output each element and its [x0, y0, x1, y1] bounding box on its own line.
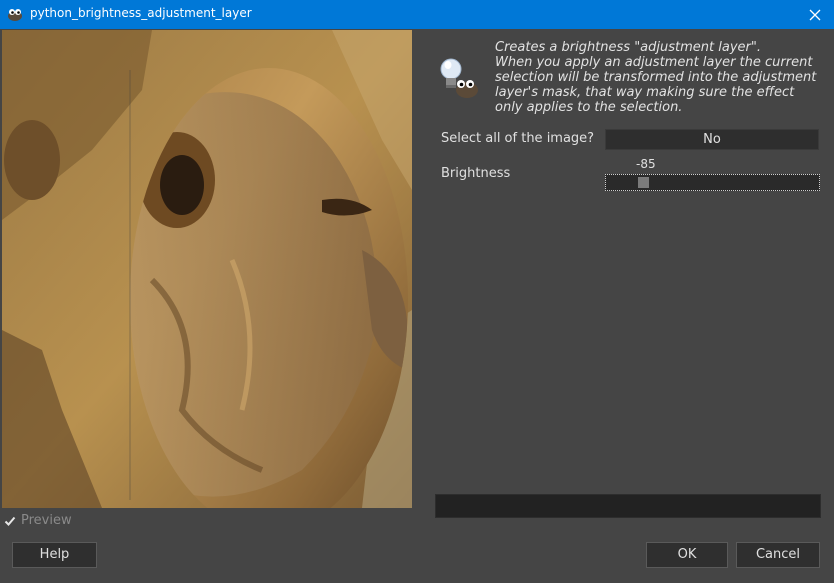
- cancel-button[interactable]: Cancel: [736, 542, 820, 568]
- help-button[interactable]: Help: [12, 542, 97, 568]
- description-line: When you apply an adjustment layer the c…: [495, 55, 813, 70]
- description-line: selection will be transformed into the a…: [495, 70, 817, 85]
- brightness-slider[interactable]: [605, 174, 820, 191]
- ok-button[interactable]: OK: [646, 542, 728, 568]
- description-line: Creates a brightness "adjustment layer".: [495, 40, 761, 55]
- gimp-icon: [6, 6, 24, 22]
- preview-checkbox[interactable]: Preview: [4, 513, 72, 528]
- brightness-value: -85: [636, 157, 656, 171]
- preview-label: Preview: [21, 513, 72, 528]
- brightness-label: Brightness: [441, 166, 511, 181]
- slider-thumb[interactable]: [638, 177, 649, 188]
- select-all-label: Select all of the image?: [441, 131, 595, 146]
- select-all-button[interactable]: No: [605, 129, 819, 150]
- checkmark-icon: [4, 515, 16, 527]
- description-line: layer's mask, that way making sure the e…: [495, 85, 795, 100]
- description-line: only applies to the selection.: [495, 100, 683, 115]
- close-button[interactable]: [796, 0, 834, 29]
- preview-image[interactable]: [2, 30, 412, 508]
- lightbulb-icon: [437, 56, 481, 102]
- progress-bar: [435, 494, 821, 518]
- close-icon: [809, 9, 821, 20]
- window-title: python_brightness_adjustment_layer: [30, 6, 252, 20]
- title-bar: python_brightness_adjustment_layer: [0, 0, 834, 29]
- plugin-description: Creates a brightness "adjustment layer".…: [495, 40, 825, 115]
